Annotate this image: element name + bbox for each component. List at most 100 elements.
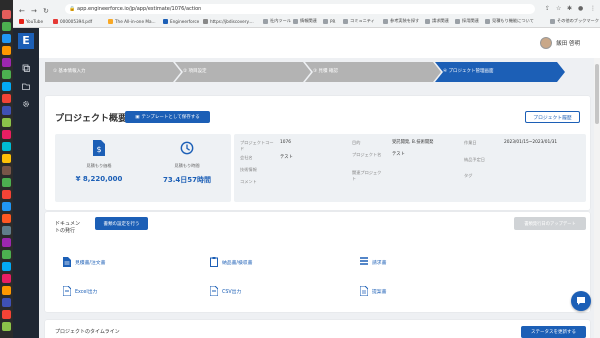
- dock-app-icon[interactable]: [2, 46, 11, 55]
- detail-value: テスト: [280, 155, 293, 160]
- dock-app-icon[interactable]: [2, 22, 11, 31]
- step-project-management[interactable]: ④ プロジェクト管理画面: [435, 62, 565, 82]
- detail-label: 関連プロジェクト: [352, 170, 382, 181]
- bookmark-youtube[interactable]: YouTube: [19, 17, 43, 25]
- bookmark-allinone[interactable]: The All-in-one Ma...: [108, 17, 156, 25]
- gear-icon[interactable]: [22, 100, 30, 108]
- folder-icon[interactable]: [22, 82, 30, 90]
- dock-app-icon[interactable]: [2, 34, 11, 43]
- bookmark-folder[interactable]: 請求関連: [425, 17, 449, 25]
- detail-label: 目的: [352, 140, 361, 145]
- dock-app-icon[interactable]: [2, 310, 11, 319]
- document-proposal[interactable]: 提案書: [360, 286, 386, 296]
- dock-app-icon[interactable]: [2, 214, 11, 223]
- scrollbar-thumb[interactable]: [595, 64, 599, 124]
- app-logo[interactable]: E: [18, 33, 34, 49]
- dock-app-icon[interactable]: [2, 202, 11, 211]
- document-label: 提案書: [372, 289, 387, 295]
- dock-app-icon[interactable]: [2, 154, 11, 163]
- dock-app-icon[interactable]: [2, 238, 11, 247]
- metric-label: 見積もり時間: [174, 163, 200, 168]
- forward-icon[interactable]: →: [31, 7, 37, 15]
- other-bookmarks[interactable]: その他のブックマーク: [550, 17, 599, 25]
- step-basic-info[interactable]: ① 基本情報入力: [45, 62, 181, 82]
- chat-button[interactable]: [571, 291, 591, 311]
- extensions-icon[interactable]: ✱: [567, 5, 572, 12]
- reload-icon[interactable]: ↻: [43, 7, 49, 15]
- chat-bubble-icon: [577, 297, 585, 305]
- price-document-icon: $: [93, 140, 105, 156]
- bookmark-label: The All-in-one Ma...: [115, 18, 156, 24]
- dock-app-icon[interactable]: [2, 178, 11, 187]
- dock-app-icon[interactable]: [2, 166, 11, 175]
- step-confirm[interactable]: ③ 見積 確認: [305, 62, 441, 82]
- bookmark-folder[interactable]: 採用関連: [455, 17, 479, 25]
- back-icon[interactable]: ←: [19, 7, 25, 15]
- document-label: 見積書/注文書: [75, 260, 106, 266]
- dock-app-icon[interactable]: [2, 10, 11, 19]
- step-label: ② 項目設定: [183, 69, 207, 74]
- document-quote-order[interactable]: 見積書/注文書: [63, 257, 105, 267]
- bookmark-folder[interactable]: 参考実装を探す: [383, 17, 419, 25]
- export-csv[interactable]: CSV出力: [210, 286, 241, 296]
- folder-icon: [383, 18, 388, 24]
- bookmark-label: 見積もり機能について: [492, 18, 534, 23]
- bookmark-label: 情報関連: [300, 18, 317, 23]
- dock-app-icon[interactable]: [2, 190, 11, 199]
- address-bar[interactable]: 🔒 app.engineerforce.io/jp/app/estimate/1…: [65, 4, 535, 14]
- bookmark-folder[interactable]: PR: [323, 17, 335, 25]
- profile-icon[interactable]: ●: [578, 5, 583, 12]
- star-icon[interactable]: ☆: [556, 5, 561, 12]
- bookmark-jbdiscovery[interactable]: https://jbdiscovery....: [203, 17, 254, 25]
- dock-app-icon[interactable]: [2, 298, 11, 307]
- documents-section-label: ドキュメン トの発行: [55, 221, 80, 235]
- bookmark-folder[interactable]: 見積もり機能について: [485, 17, 534, 25]
- dock-app-icon[interactable]: [2, 250, 11, 259]
- bookmark-label: YouTube: [26, 18, 44, 24]
- metric-time: 見積もり時間 73.4日57時間: [143, 140, 231, 185]
- dock-app-icon[interactable]: [2, 226, 11, 235]
- bookmark-folder[interactable]: コミュニティ: [343, 17, 375, 25]
- update-status-button[interactable]: ステータスを更新する: [521, 326, 586, 338]
- dock-app-icon[interactable]: [2, 118, 11, 127]
- user-menu[interactable]: 飯田 啓明: [540, 37, 580, 49]
- youtube-icon: [19, 18, 24, 24]
- dock-app-icon[interactable]: [2, 82, 11, 91]
- copy-icon[interactable]: [22, 64, 30, 72]
- menu-icon[interactable]: ⋮: [590, 5, 596, 12]
- dock-app-icon[interactable]: [2, 142, 11, 151]
- update-issue-date-button[interactable]: 書類発行日のアップデート: [514, 217, 586, 230]
- dock-app-icon[interactable]: [2, 274, 11, 283]
- svg-text:$: $: [96, 145, 101, 154]
- dock-app-icon[interactable]: [2, 106, 11, 115]
- dock-app-icon[interactable]: [2, 322, 11, 331]
- dock-app-icon[interactable]: [2, 286, 11, 295]
- save-template-button[interactable]: ▣ テンプレートとして保存する: [125, 111, 210, 123]
- bookmark-folder[interactable]: 情報関連: [293, 17, 317, 25]
- bookmark-folder[interactable]: 社内ツール: [263, 17, 291, 25]
- bookmark-engineerforce[interactable]: Engineerforce: [163, 17, 199, 25]
- document-invoice[interactable]: 請求書: [360, 257, 386, 267]
- dock-app-icon[interactable]: [2, 262, 11, 271]
- export-excel[interactable]: Excel出力: [63, 286, 97, 296]
- detail-label: 会社名: [240, 155, 253, 160]
- dock-app-icon[interactable]: [2, 94, 11, 103]
- share-icon[interactable]: ⇪: [545, 5, 550, 12]
- app-sidebar: E: [13, 28, 39, 338]
- detail-value: テスト: [392, 152, 405, 157]
- step-items[interactable]: ② 項目設定: [175, 62, 311, 82]
- documents-card: ドキュメン トの発行 書類の設定を行う 書類発行日のアップデート 見積書/注文書…: [45, 212, 590, 312]
- dock-app-icon[interactable]: [2, 70, 11, 79]
- dock-app-icon[interactable]: [2, 130, 11, 139]
- folder-icon: [550, 18, 555, 24]
- bookmark-label: PR: [330, 18, 336, 24]
- document-settings-button[interactable]: 書類の設定を行う: [95, 217, 148, 230]
- detail-label: タグ: [464, 173, 473, 178]
- document-delivery-inspection[interactable]: 納品書/検収書: [210, 257, 252, 267]
- dock-app-icon[interactable]: [2, 58, 11, 67]
- avatar: [540, 37, 553, 49]
- bookmark-pdf[interactable]: 000005394.pdf: [53, 17, 92, 25]
- globe-icon: [203, 18, 208, 24]
- clock-icon: [180, 141, 194, 155]
- project-history-button[interactable]: プロジェクト履歴: [525, 111, 580, 123]
